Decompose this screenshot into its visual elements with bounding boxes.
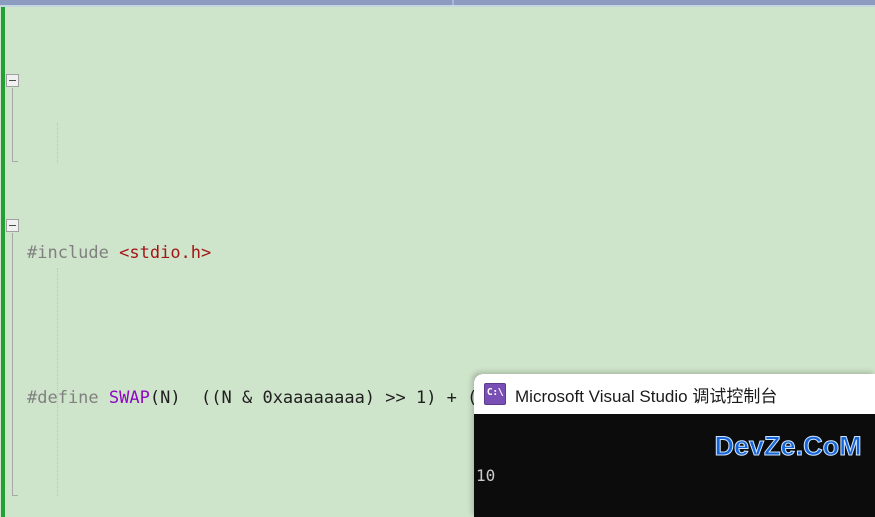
collapse-box-swap[interactable] bbox=[6, 74, 19, 87]
region-foot-main bbox=[12, 495, 18, 496]
debug-console-window[interactable]: C:\ Microsoft Visual Studio 调试控制台 10 ret… bbox=[474, 374, 875, 517]
site-watermark: 开 发 者 DevZe.CoM bbox=[705, 414, 871, 507]
console-title: Microsoft Visual Studio 调试控制台 bbox=[515, 386, 778, 406]
token-define-directive: #define bbox=[27, 388, 99, 408]
token-include-header: <stdio.h> bbox=[119, 243, 212, 263]
indent-guide-main bbox=[57, 268, 58, 496]
region-guide-main bbox=[12, 233, 13, 495]
code-line[interactable]: #include <stdio.h> bbox=[21, 239, 875, 268]
command-prompt-icon: C:\ bbox=[484, 383, 506, 405]
token-macro-param: (N) bbox=[149, 388, 181, 408]
console-output-line: 10 bbox=[476, 466, 496, 485]
indent-guide-swap bbox=[57, 123, 58, 163]
visual-studio-window: #include <stdio.h> #define SWAP(N) ((N &… bbox=[0, 0, 875, 517]
console-output[interactable]: 10 ret1 = 5 ret2 = 5 C:\Users\...\Debug\… bbox=[474, 414, 875, 517]
token-include-directive: #include bbox=[27, 243, 109, 263]
console-titlebar[interactable]: C:\ Microsoft Visual Studio 调试控制台 bbox=[474, 374, 875, 414]
collapse-box-main[interactable] bbox=[6, 219, 19, 232]
outlining-gutter[interactable] bbox=[5, 7, 21, 517]
token-macro-name: SWAP bbox=[108, 388, 150, 408]
watermark-en-text: DevZe.CoM bbox=[714, 431, 862, 462]
region-guide-swap bbox=[12, 88, 13, 161]
region-foot-swap bbox=[12, 161, 18, 162]
